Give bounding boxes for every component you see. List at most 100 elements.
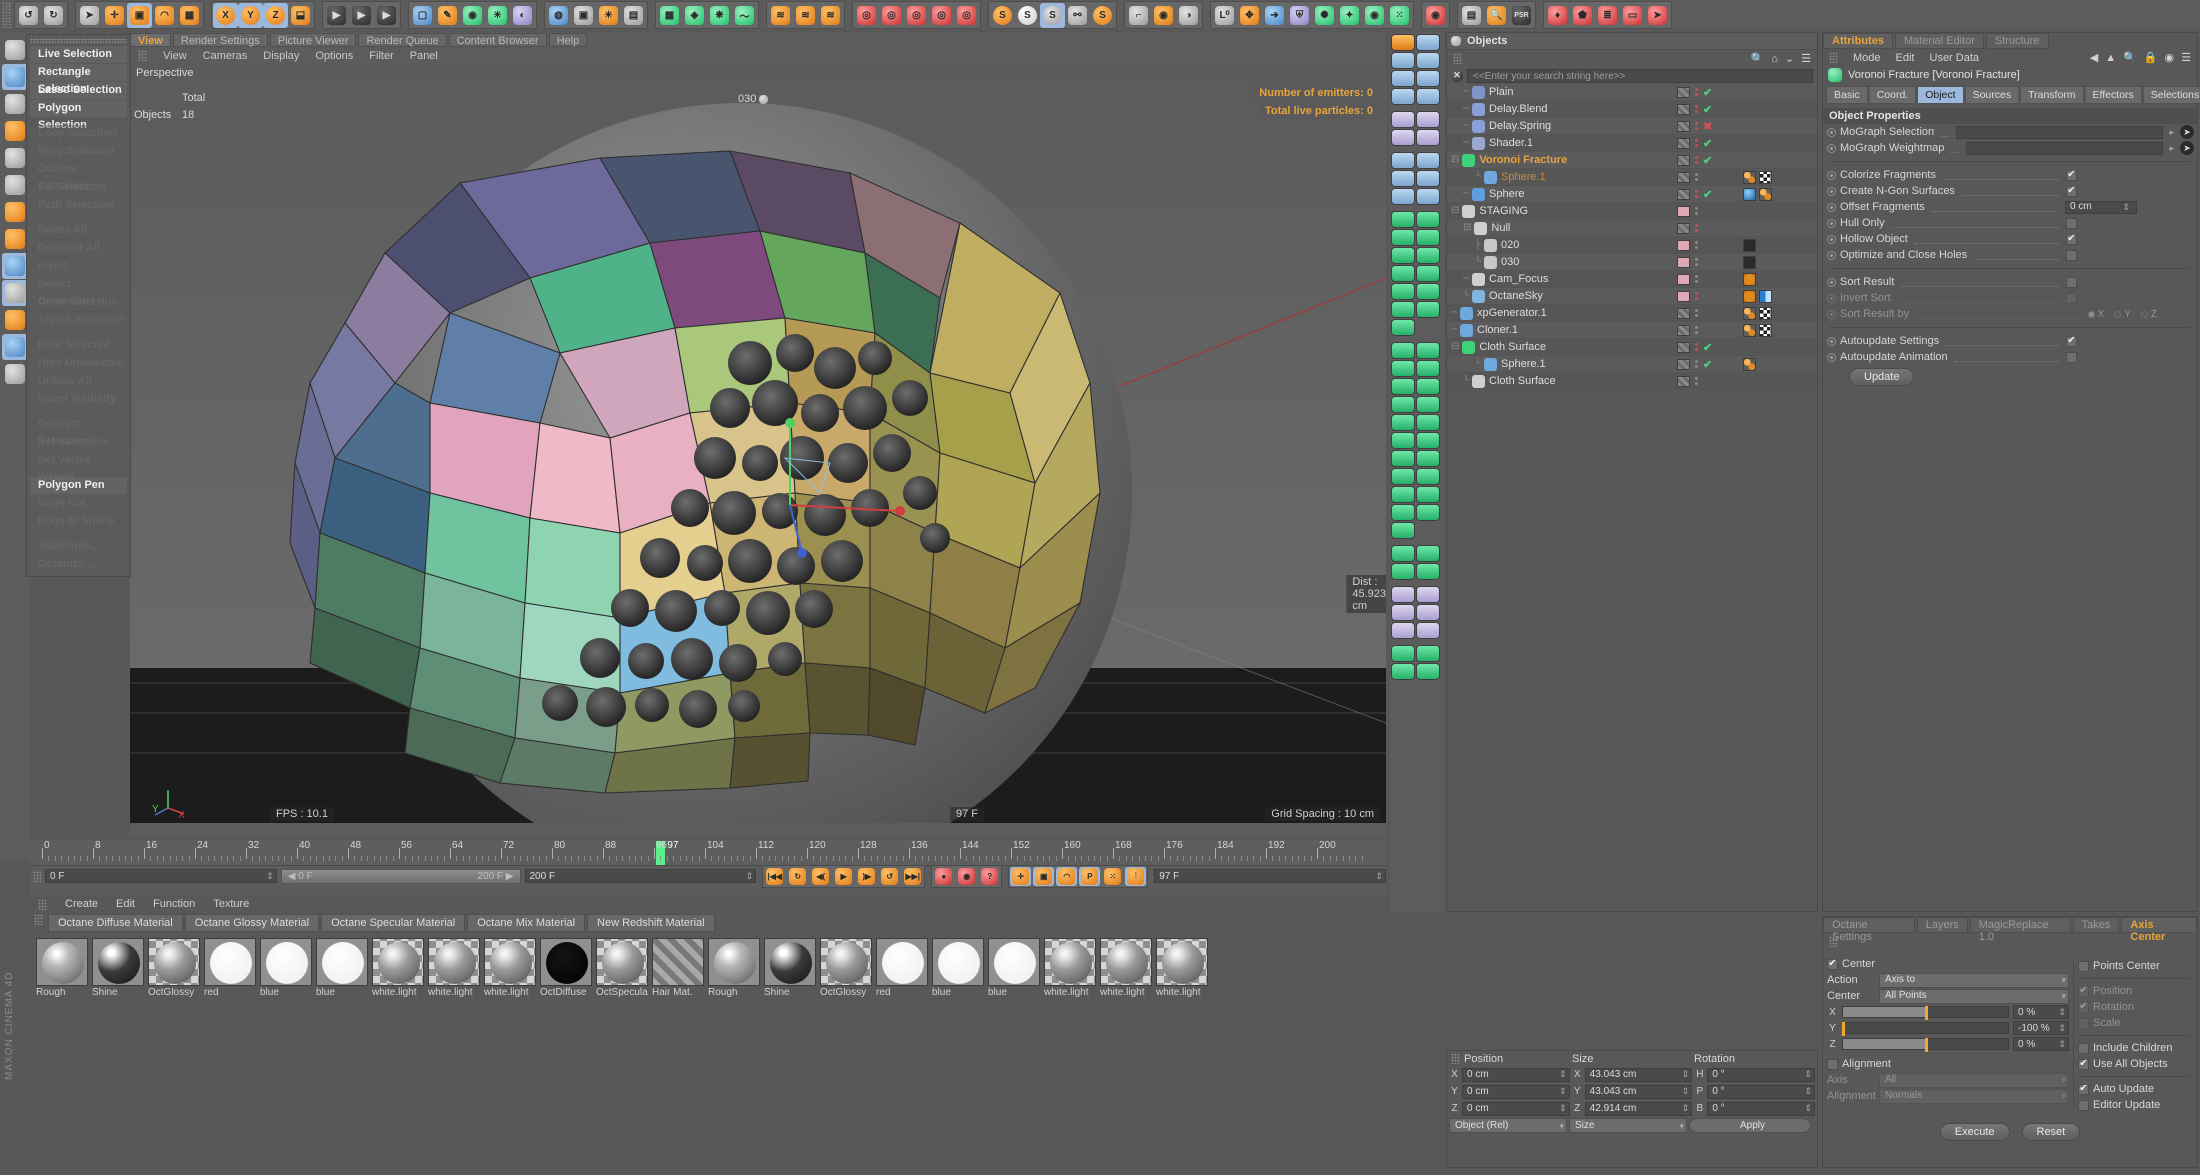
visibility-dots[interactable] [1693,105,1700,113]
visibility-dot[interactable] [1695,377,1698,380]
visibility-dot[interactable] [1695,263,1698,266]
slider-track[interactable] [1842,1038,2009,1052]
rotation-key-button[interactable]: ◠ [1056,866,1078,886]
axis-option-row[interactable]: Use All Objects [2074,1056,2197,1072]
visibility-dot[interactable] [1695,326,1698,329]
slider-value-field[interactable]: 0 % ⇕ [2013,1005,2069,1019]
visibility-dot[interactable] [1695,331,1698,334]
layer-swatch[interactable] [1677,273,1690,285]
visibility-dot[interactable] [1695,190,1698,193]
material-item[interactable]: white.light [1156,938,1208,998]
viewport-tab-view[interactable]: View [130,33,171,47]
object-name[interactable]: Sphere.1 [1501,358,1546,370]
attributes-tab-material-editor[interactable]: Material Editor [1894,33,1984,49]
world-coords-icon[interactable]: ⬓ [288,3,313,28]
xp-generator-icon[interactable]: ✦ [1337,3,1362,28]
pla-key-button[interactable]: ⁙ [1102,867,1123,886]
attributes-menu-edit[interactable]: Edit [1896,52,1915,64]
tree-toggle[interactable]: └ [1475,257,1481,268]
plugin-tool-60[interactable] [1416,604,1440,621]
material-item[interactable]: blue [316,938,368,998]
option-checkbox[interactable] [2078,1017,2089,1029]
option-checkbox[interactable] [2078,960,2089,972]
plugin-tool-12[interactable] [1416,129,1440,146]
plugin-tool-22[interactable] [1416,229,1440,246]
layer-swatch[interactable] [1677,341,1690,353]
layer-swatch[interactable] [1677,256,1690,268]
axis-x-icon[interactable]: X [213,2,238,28]
plugin-tool-27[interactable] [1391,283,1415,300]
plugin-tool-43[interactable] [1416,432,1440,449]
option-checkbox[interactable] [2078,1083,2089,1095]
layer-swatch[interactable] [1677,307,1690,319]
plugin-tool-2[interactable] [1416,34,1440,51]
play-reverse-button[interactable]: ↻ [787,867,808,886]
magnet-tool-icon[interactable] [2,307,28,333]
object-name[interactable]: 030 [1501,256,1519,268]
attributes-tab-structure[interactable]: Structure [1985,33,2049,49]
texture-axis-icon[interactable] [2,199,28,225]
back-arrow-icon[interactable]: ◀ [2090,51,2098,64]
property-checkbox[interactable] [2066,335,2077,347]
option-checkbox[interactable] [2078,985,2089,997]
radio-option[interactable]: X [2087,309,2104,320]
xp-shield-icon[interactable]: ⛨ [1287,3,1312,28]
tree-toggle[interactable]: ─ [1463,189,1469,200]
picker-icon[interactable]: ➤ [2180,141,2194,155]
visibility-dot[interactable] [1695,156,1698,159]
material-item[interactable]: white.light [428,938,480,998]
slider-knob[interactable] [1924,1038,1928,1052]
slider-track[interactable] [1842,1006,2009,1020]
visibility-dot[interactable] [1695,246,1698,249]
visibility-dot[interactable] [1695,224,1698,227]
xp-cache-icon[interactable]: ⁙ [1387,3,1412,28]
viewport-tab-render-settings[interactable]: Render Settings [172,33,268,47]
object-row[interactable]: ├ 020 [1447,237,1817,254]
material-swatch[interactable] [148,938,200,986]
visibility-dot[interactable] [1695,229,1698,232]
visibility-dot[interactable] [1695,314,1698,317]
visibility-dot[interactable] [1695,360,1698,363]
visibility-dot[interactable] [1695,105,1698,108]
property-bullet-icon[interactable] [1827,277,1836,287]
property-bullet-icon[interactable] [1827,234,1836,244]
plugin-tool-65[interactable] [1391,663,1415,680]
material-menu-texture[interactable]: Texture [213,898,249,910]
picker-icon[interactable]: ➤ [2180,125,2194,139]
visibility-dot[interactable] [1695,144,1698,147]
collider-icon[interactable]: ◎ [904,3,929,28]
sim-emitter-icon[interactable]: S [990,3,1015,28]
plugin-tool-35[interactable] [1416,360,1440,377]
notes-icon[interactable]: ▤ [1459,3,1484,28]
visibility-dots[interactable] [1693,377,1700,385]
object-row[interactable]: ⊟ Voronoi Fracture ✔ [1447,152,1817,169]
object-row[interactable]: ─ Sphere ✔ [1447,186,1817,203]
hair-add-icon[interactable]: ≋ [793,3,818,28]
visibility-dots[interactable] [1693,224,1700,232]
axis-menu-grip[interactable] [1829,936,1838,947]
plugin-tool-14[interactable] [1416,152,1440,169]
sim-link-icon[interactable]: ⚯ [1065,3,1090,28]
quantize-icon[interactable]: ◉ [1151,3,1176,28]
timeline-start-field[interactable]: 0 F ⇕ [45,869,277,883]
attributes-subtab-coord[interactable]: Coord. [1868,86,1917,104]
visibility-dot[interactable] [1695,207,1698,210]
plugin-tool-44[interactable] [1391,450,1415,467]
plugin-tool-3[interactable] [1391,52,1415,69]
plugin-tool-47[interactable] [1416,468,1440,485]
object-name[interactable]: Delay.Spring [1489,120,1551,132]
axis-option-row[interactable]: Position [2074,983,2197,999]
plugin-tool-8[interactable] [1416,88,1440,105]
property-bullet-icon[interactable] [1827,293,1836,303]
rigid-body-icon[interactable]: ◎ [854,3,879,28]
render-settings-icon[interactable]: ▶ [374,3,399,28]
material-item[interactable]: OctGlossy [148,938,200,998]
object-row[interactable]: ─ Plain ✔ [1447,84,1817,101]
redo-icon[interactable]: ↻ [41,3,66,28]
cube-icon[interactable]: ▢ [410,3,435,28]
object-row[interactable]: └ OctaneSky [1447,288,1817,305]
plugin-tool-52[interactable] [1391,522,1415,539]
axis-option-row[interactable]: Rotation [2074,999,2197,1015]
mospline-icon[interactable]: 〜 [732,3,757,28]
object-search-input[interactable]: <<Enter your search string here>> [1467,68,1813,83]
